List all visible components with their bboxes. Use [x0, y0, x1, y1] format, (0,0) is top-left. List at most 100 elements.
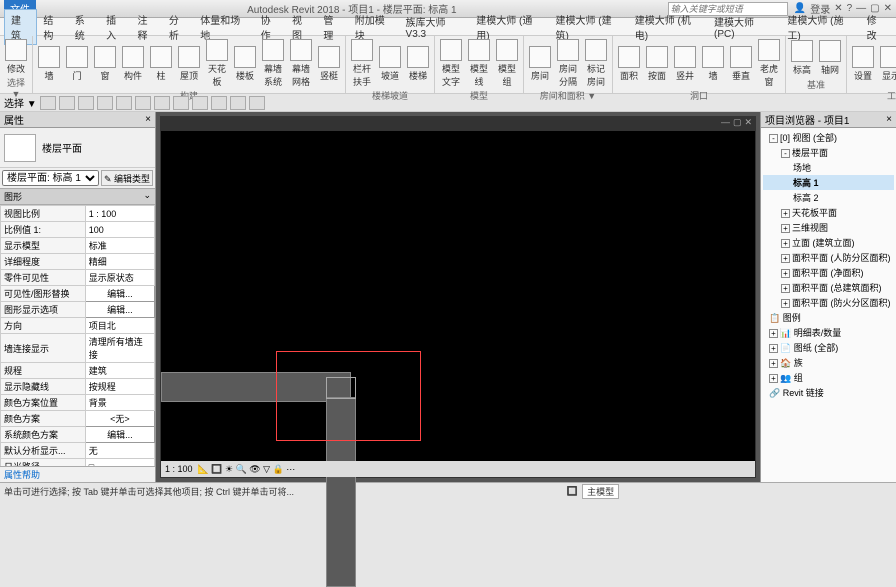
ribbon-tool-屋顶[interactable]: 屋顶 [176, 45, 202, 83]
ribbon-tool-设置[interactable]: 设置 [850, 45, 876, 83]
tree-node[interactable]: 标高 1 [763, 175, 894, 190]
view-max-icon[interactable]: ▢ [733, 117, 742, 131]
ribbon-tool-栏杆扶手[interactable]: 栏杆扶手 [349, 38, 375, 89]
ribbon-tool-墙[interactable]: 墙 [36, 45, 62, 83]
qa-btn[interactable] [40, 96, 56, 110]
prop-row[interactable]: 墙连接显示清理所有墙连接 [1, 334, 155, 363]
tree-node[interactable]: +👥 组 [763, 370, 894, 385]
prop-value[interactable]: 精细 [85, 254, 154, 270]
ribbon-tool-竖井[interactable]: 竖井 [672, 45, 698, 83]
prop-value[interactable]: 编辑... [85, 302, 154, 318]
ribbon-tool-房间[interactable]: 房间 [527, 45, 553, 83]
prop-row[interactable]: 默认分析显示...无 [1, 443, 155, 459]
prop-value[interactable]: 背景 [85, 395, 154, 411]
prop-value[interactable]: 100 [85, 222, 154, 238]
prop-row[interactable]: 比例值 1:100 [1, 222, 155, 238]
ribbon-tool-柱[interactable]: 柱 [148, 45, 174, 83]
tree-node[interactable]: +面积平面 (防火分区面积) [763, 295, 894, 310]
ribbon-tool-门[interactable]: 门 [64, 45, 90, 83]
prop-value[interactable]: 无 [85, 443, 154, 459]
prop-row[interactable]: 规程建筑 [1, 363, 155, 379]
tree-node[interactable]: -[0] 视图 (全部) [763, 130, 894, 145]
ribbon-tool-垂直[interactable]: 垂直 [728, 45, 754, 83]
tree-expand-icon[interactable]: + [781, 209, 790, 218]
qa-btn[interactable] [78, 96, 94, 110]
tree-node[interactable]: +📊 明细表/数量 [763, 325, 894, 340]
ribbon-tool-面积[interactable]: 面积 [616, 45, 642, 83]
tree-node[interactable]: +面积平面 (人防分区面积) [763, 250, 894, 265]
tree-expand-icon[interactable]: + [769, 329, 778, 338]
prop-row[interactable]: 零件可见性显示原状态 [1, 270, 155, 286]
prop-value[interactable]: 建筑 [85, 363, 154, 379]
prop-row[interactable]: 可见性/图形替换编辑... [1, 286, 155, 302]
viewport[interactable]: — ▢ ✕ 1 : 100 📐 🔲 ☀ 🔍 👁 ▽ 🔒 ⋯ [156, 112, 760, 482]
prop-value[interactable]: 按规程 [85, 379, 154, 395]
tree-node[interactable]: 📋 图例 [763, 310, 894, 325]
prop-value[interactable]: □ [85, 459, 154, 467]
prop-value[interactable]: <无> [85, 411, 154, 427]
prop-value[interactable]: 编辑... [85, 427, 154, 443]
tree-node[interactable]: 场地 [763, 160, 894, 175]
ribbon-tool-老虎窗[interactable]: 老虎窗 [756, 38, 782, 89]
tree-node[interactable]: +🏠 族 [763, 355, 894, 370]
props-section-header[interactable]: 图形⌄ [0, 188, 155, 205]
ribbon-tool-天花板[interactable]: 天花板 [204, 38, 230, 89]
ribbon-tool-轴网[interactable]: 轴网 [817, 39, 843, 77]
ribbon-tool-显示[interactable]: 显示 [878, 45, 896, 83]
tree-node[interactable]: +三维视图 [763, 220, 894, 235]
prop-value[interactable]: 项目北 [85, 318, 154, 334]
qa-btn[interactable] [116, 96, 132, 110]
tree-expand-icon[interactable]: + [781, 254, 790, 263]
ribbon-tool-墙[interactable]: 墙 [700, 45, 726, 83]
qa-btn[interactable] [230, 96, 246, 110]
prop-value[interactable]: 编辑... [85, 286, 154, 302]
tree-expand-icon[interactable]: + [769, 374, 778, 383]
tree-expand-icon[interactable]: + [781, 224, 790, 233]
ribbon-tool-幕墙系统[interactable]: 幕墙系统 [260, 38, 286, 89]
prop-value[interactable]: 1 : 100 [85, 206, 154, 222]
properties-help-link[interactable]: 属性帮助 [0, 466, 155, 482]
ribbon-tool-构件[interactable]: 构件 [120, 45, 146, 83]
ribbon-tool-竖梃[interactable]: 竖梃 [316, 45, 342, 83]
ribbon-tool-楼梯[interactable]: 楼梯 [405, 45, 431, 83]
prop-row[interactable]: 日光路径□ [1, 459, 155, 467]
prop-value[interactable]: 清理所有墙连接 [85, 334, 154, 363]
tree-expand-icon[interactable]: + [781, 239, 790, 248]
qa-btn[interactable] [59, 96, 75, 110]
prop-row[interactable]: 详细程度精细 [1, 254, 155, 270]
prop-row[interactable]: 方向项目北 [1, 318, 155, 334]
tree-node[interactable]: +面积平面 (净面积) [763, 265, 894, 280]
qa-btn[interactable] [154, 96, 170, 110]
ribbon-tool-房间分隔[interactable]: 房间分隔 [555, 38, 581, 89]
browser-tree[interactable]: -[0] 视图 (全部)-楼层平面场地标高 1标高 2+天花板平面+三维视图+立… [761, 128, 896, 482]
ribbon-tool-模型组[interactable]: 模型组 [494, 38, 520, 89]
tree-node[interactable]: +面积平面 (总建筑面积) [763, 280, 894, 295]
qa-btn[interactable] [135, 96, 151, 110]
tree-expand-icon[interactable]: + [769, 359, 778, 368]
tree-node[interactable]: 标高 2 [763, 190, 894, 205]
tree-expand-icon[interactable]: + [781, 299, 790, 308]
prop-row[interactable]: 视图比例1 : 100 [1, 206, 155, 222]
prop-row[interactable]: 颜色方案位置背景 [1, 395, 155, 411]
qa-btn[interactable] [192, 96, 208, 110]
view-close-icon[interactable]: ✕ [744, 117, 752, 131]
tree-expand-icon[interactable]: + [769, 344, 778, 353]
ribbon-tool-楼板[interactable]: 楼板 [232, 45, 258, 83]
workset-selector[interactable]: 主模型 [582, 484, 619, 499]
tree-node[interactable]: +天花板平面 [763, 205, 894, 220]
tree-expand-icon[interactable]: - [769, 134, 778, 143]
view-window[interactable]: — ▢ ✕ 1 : 100 📐 🔲 ☀ 🔍 👁 ▽ 🔒 ⋯ [160, 116, 756, 478]
tree-node[interactable]: 🔗 Revit 链接 [763, 385, 894, 400]
ribbon-tool-窗[interactable]: 窗 [92, 45, 118, 83]
ribbon-tool-模型线[interactable]: 模型线 [466, 38, 492, 89]
view-control-icons[interactable]: 📐 🔲 ☀ 🔍 👁 ▽ 🔒 ⋯ [198, 464, 296, 475]
tree-expand-icon[interactable]: - [781, 149, 790, 158]
prop-value[interactable]: 标准 [85, 238, 154, 254]
qa-btn[interactable] [211, 96, 227, 110]
ribbon-tool-按面[interactable]: 按面 [644, 45, 670, 83]
prop-row[interactable]: 图形显示选项编辑... [1, 302, 155, 318]
ribbon-tool-模型文字[interactable]: 模型文字 [438, 38, 464, 89]
tree-expand-icon[interactable]: + [781, 269, 790, 278]
tree-node[interactable]: -楼层平面 [763, 145, 894, 160]
prop-row[interactable]: 显示模型标准 [1, 238, 155, 254]
